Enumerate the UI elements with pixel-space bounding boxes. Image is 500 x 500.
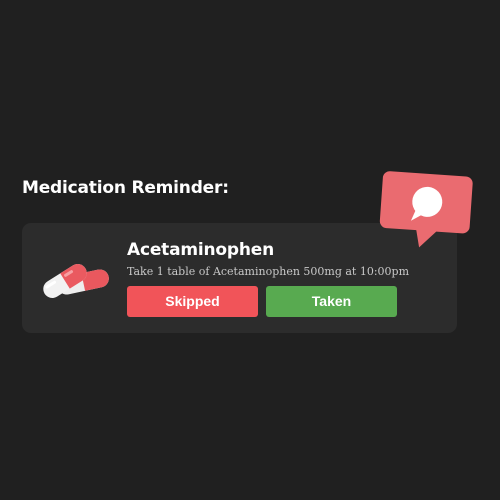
taken-button[interactable]: Taken [266, 286, 397, 317]
chat-bubble-icon[interactable] [378, 164, 480, 254]
page-title: Medication Reminder: [22, 178, 229, 198]
medication-instruction: Take 1 table of Acetaminophen 500mg at 1… [127, 265, 410, 278]
skipped-button[interactable]: Skipped [127, 286, 258, 317]
capsules-icon [43, 264, 109, 298]
medication-name: Acetaminophen [127, 240, 274, 260]
